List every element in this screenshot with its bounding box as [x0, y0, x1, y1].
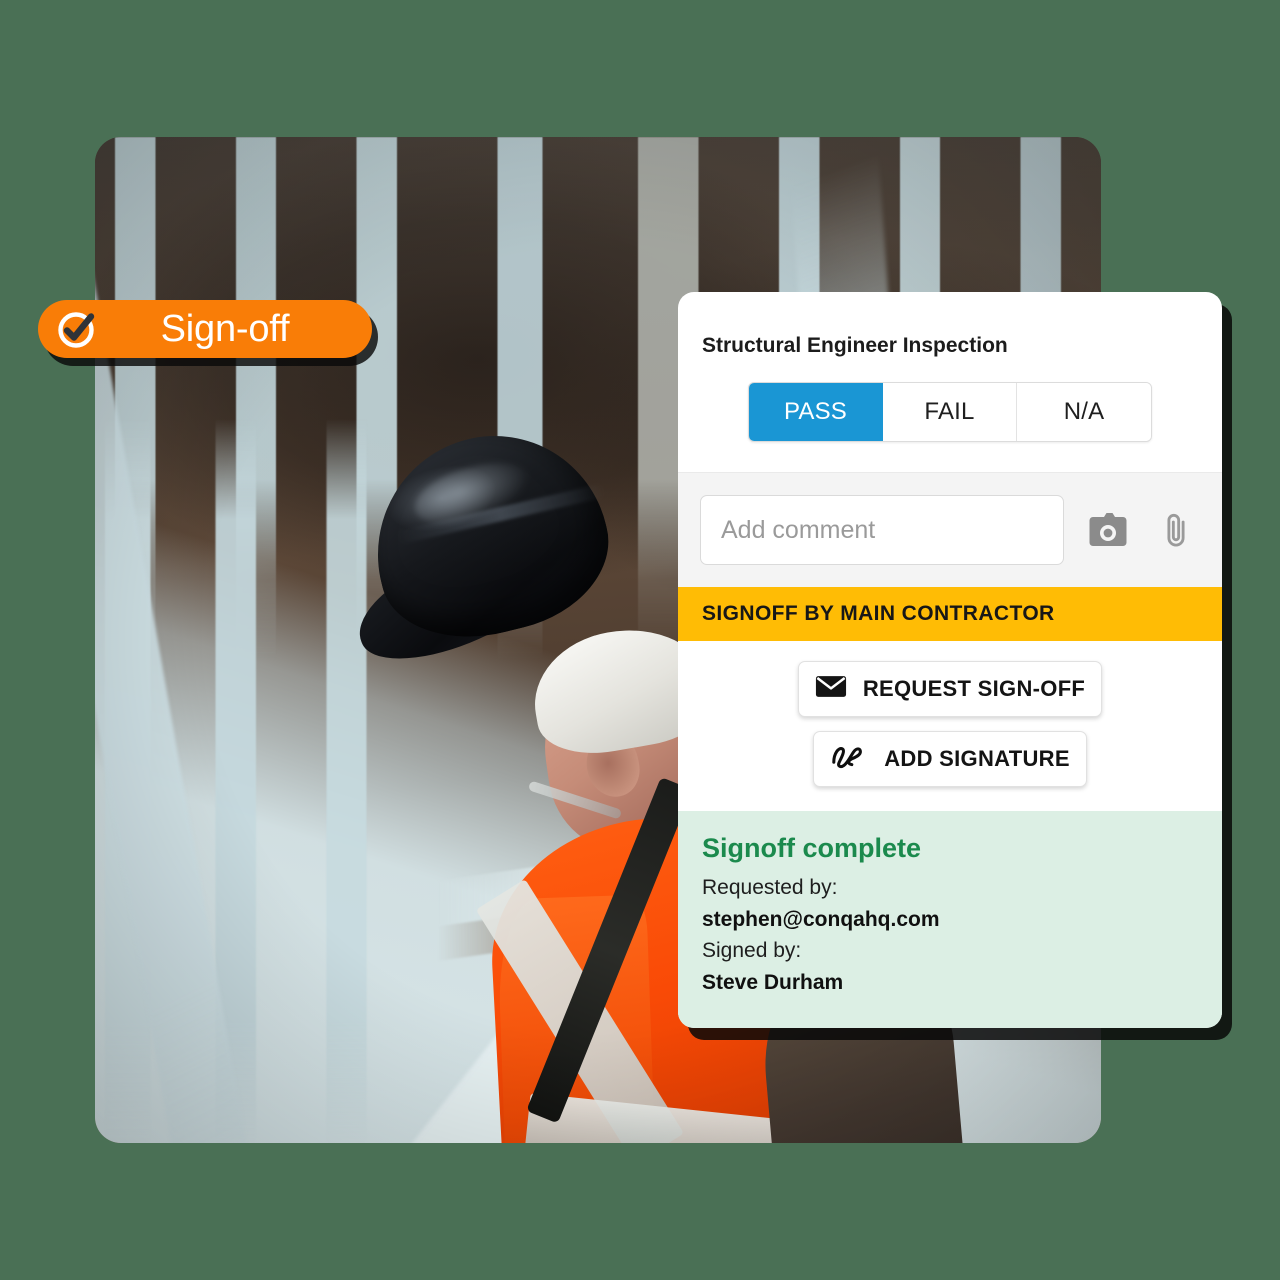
requested-by-value: stephen@conqahq.com	[702, 907, 940, 931]
page-root: Sign-off Structural Engineer Inspection …	[0, 0, 1280, 1280]
camera-icon[interactable]	[1084, 506, 1132, 554]
envelope-icon	[815, 675, 847, 704]
action-buttons: REQUEST SIGN-OFF ADD SIGNATURE	[678, 641, 1222, 811]
requested-by-label: Requested by:	[702, 876, 838, 899]
request-signoff-label: REQUEST SIGN-OFF	[862, 676, 1086, 701]
request-signoff-button[interactable]: REQUEST SIGN-OFF	[798, 661, 1102, 717]
comment-row: Add comment	[678, 472, 1222, 587]
signoff-complete-title: Signoff complete	[702, 833, 922, 863]
status-option-pass[interactable]: PASS	[749, 383, 883, 441]
signature-icon	[830, 742, 868, 777]
status-option-na[interactable]: N/A	[1017, 383, 1151, 441]
inspection-card: Structural Engineer Inspection PASS FAIL…	[678, 292, 1222, 1028]
card-title: Structural Engineer Inspection	[702, 334, 1008, 357]
add-signature-label: ADD SIGNATURE	[884, 746, 1070, 771]
comment-input[interactable]: Add comment	[700, 495, 1064, 565]
paperclip-icon[interactable]	[1152, 506, 1200, 554]
signed-by-label: Signed by:	[702, 939, 802, 962]
sign-off-badge[interactable]: Sign-off	[38, 300, 372, 358]
status-option-fail[interactable]: FAIL	[883, 383, 1017, 441]
signoff-complete-section: Signoff complete Requested by: stephen@c…	[678, 811, 1222, 1028]
status-segmented-control[interactable]: PASS FAIL N/A	[748, 382, 1152, 442]
signoff-banner: SIGNOFF BY MAIN CONTRACTOR	[678, 587, 1222, 641]
signed-by-value: Steve Durham	[702, 970, 844, 994]
sign-off-badge-label: Sign-off	[160, 307, 290, 350]
add-signature-button[interactable]: ADD SIGNATURE	[813, 731, 1087, 787]
check-circle-icon	[54, 306, 100, 352]
status-segmented-control-wrap: PASS FAIL N/A	[678, 358, 1222, 472]
